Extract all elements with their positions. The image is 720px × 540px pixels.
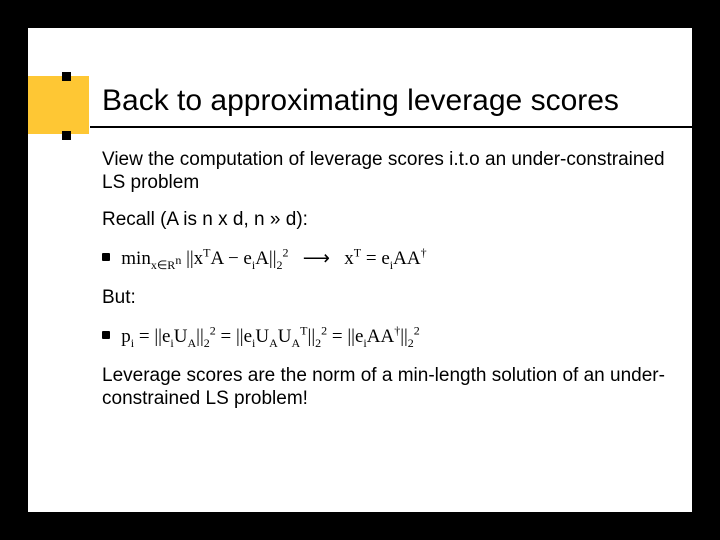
formula-min: minx∈Rn ||xTA − eiA||22 ⟶ xT = eiAA†	[121, 248, 426, 269]
bullet-icon	[102, 331, 110, 339]
title-underline	[90, 126, 692, 128]
bullet-icon	[102, 253, 110, 261]
bullet-formula-1: minx∈Rn ||xTA − eiA||22 ⟶ xT = eiAA†	[102, 246, 674, 273]
paragraph-intro: View the computation of leverage scores …	[102, 148, 674, 194]
paragraph-conclusion: Leverage scores are the norm of a min-le…	[102, 364, 674, 410]
slide-title: Back to approximating leverage scores	[102, 84, 619, 118]
paragraph-recall: Recall (A is n x d, n » d):	[102, 208, 674, 231]
slide: Back to approximating leverage scores Vi…	[28, 28, 692, 512]
slide-body: View the computation of leverage scores …	[102, 148, 674, 425]
bullet-formula-2: pi = ||eiUA||22 = ||eiUAUAT||22 = ||eiAA…	[102, 323, 674, 350]
paragraph-but: But:	[102, 286, 674, 309]
accent-banner	[28, 76, 89, 134]
formula-pi: pi = ||eiUA||22 = ||eiUAUAT||22 = ||eiAA…	[121, 326, 420, 347]
decor-notch-bottom	[62, 131, 71, 140]
decor-notch-top	[62, 72, 71, 81]
